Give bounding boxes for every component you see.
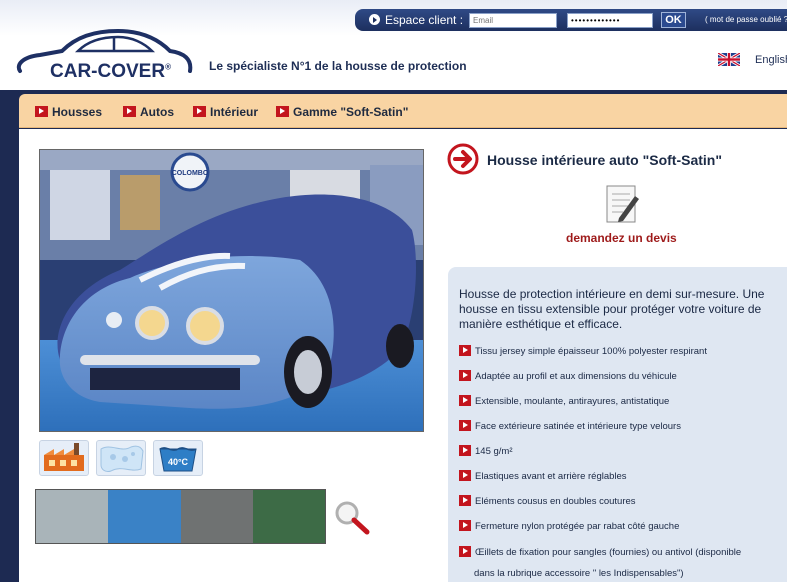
feature-item: Fermeture nylon protégée par rabat côté … (459, 520, 679, 532)
nav-item-interieur[interactable]: Intérieur (193, 105, 258, 119)
feature-item: Extensible, moulante, antirayures, antis… (459, 395, 669, 407)
feature-item: Elastiques avant et arrière réglables (459, 470, 627, 482)
arrow-right-icon (459, 470, 471, 481)
product-description-panel: Housse de protection intérieure en demi … (448, 267, 787, 582)
email-input[interactable] (469, 13, 557, 28)
arrow-right-icon (193, 106, 206, 117)
feature-item: Face extérieure satinée et intérieure ty… (459, 420, 681, 432)
arrow-right-icon (459, 345, 471, 356)
photo-sign-text: COLOMBO (172, 170, 209, 177)
arrow-right-icon (459, 420, 471, 431)
swatch-blue[interactable] (108, 490, 181, 543)
arrow-right-icon (447, 143, 479, 175)
nav-item-soft-satin[interactable]: Gamme "Soft-Satin" (276, 105, 408, 119)
nav-item-autos[interactable]: Autos (123, 105, 174, 119)
swatch-anthracite[interactable] (180, 490, 253, 543)
arrow-right-icon (276, 106, 289, 117)
login-ok-button[interactable]: OK (661, 12, 686, 28)
notepad-pencil-icon[interactable] (605, 184, 641, 226)
feature-item: Eléments cousus en doubles coutures (459, 495, 636, 507)
request-quote-link[interactable]: demandez un devis (566, 231, 677, 245)
swatch-green[interactable] (252, 490, 325, 543)
arrow-right-icon (459, 546, 471, 557)
wash-40-icon[interactable]: 40°C (153, 440, 203, 476)
nav-item-housses[interactable]: Housses (35, 105, 102, 119)
arrow-right-icon (123, 106, 136, 117)
password-input[interactable] (567, 13, 653, 28)
site-header: Espace client : OK ( mot de passe oublié… (0, 0, 787, 90)
feature-item: 145 g/m² (459, 445, 513, 457)
arrow-right-icon (369, 14, 380, 25)
arrow-right-icon (459, 445, 471, 456)
breadcrumb-nav: Housses Autos Intérieur Gamme "Soft-Sati… (19, 94, 787, 128)
arrow-right-icon (459, 520, 471, 531)
arrow-right-icon (459, 395, 471, 406)
car-photo-illustration: COLOMBO (40, 150, 423, 431)
feature-item: Tissu jersey simple épaisseur 100% polye… (459, 345, 707, 357)
magnifier-icon[interactable] (333, 499, 371, 535)
feature-item: Adaptée au profil et aux dimensions du v… (459, 370, 677, 382)
fabric-icon[interactable] (96, 440, 146, 476)
uk-flag-icon[interactable] (718, 53, 740, 66)
arrow-right-icon (459, 495, 471, 506)
swatch-grey[interactable] (36, 490, 109, 543)
main-content: COLOMBO 40°C Housse intérieure auto "Sof… (19, 129, 787, 582)
factory-icon[interactable] (39, 440, 89, 476)
product-photo[interactable]: COLOMBO (39, 149, 424, 432)
espace-client-label: Espace client : (385, 13, 464, 27)
wash-temperature-label: 40°C (168, 457, 189, 467)
arrow-right-icon (35, 106, 48, 117)
car-cover-logo[interactable]: CAR-COVER® (14, 27, 196, 85)
color-swatches (35, 489, 326, 544)
arrow-right-icon (459, 370, 471, 381)
site-tagline: Le spécialiste N°1 de la housse de prote… (209, 59, 467, 73)
product-intro: Housse de protection intérieure en demi … (459, 287, 765, 331)
feature-item: Œillets de fixation pour sangles (fourni… (459, 546, 741, 558)
product-title: Housse intérieure auto "Soft-Satin" (487, 152, 722, 168)
forgot-password-link[interactable]: ( mot de passe oublié ? (705, 15, 787, 24)
logo-text: CAR-COVER® (50, 61, 171, 82)
english-language-link[interactable]: English (755, 54, 787, 66)
client-login-bar: Espace client : OK ( mot de passe oublié… (355, 9, 787, 31)
feature-item-continuation: dans la rubrique accessoire " les Indisp… (474, 568, 684, 579)
